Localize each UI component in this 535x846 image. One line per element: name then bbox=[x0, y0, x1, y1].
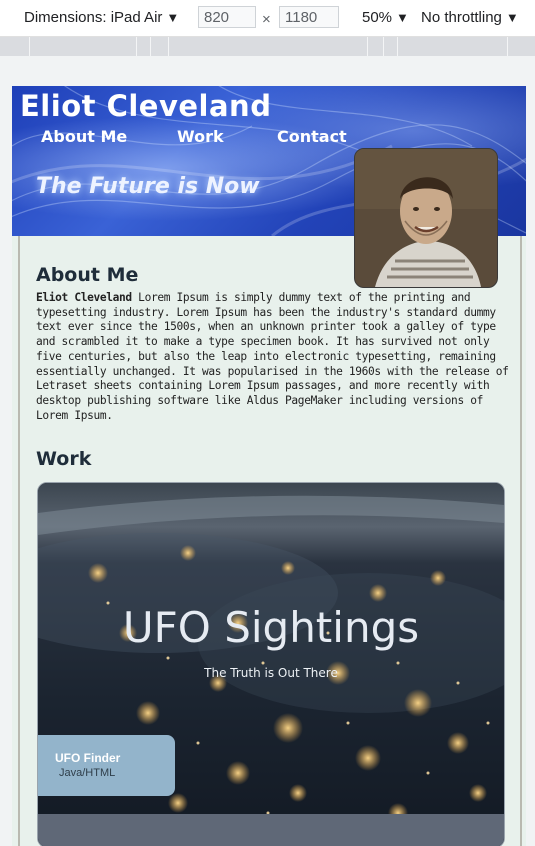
project-title: UFO Sightings bbox=[122, 603, 420, 652]
about-paragraph: Eliot Cleveland Lorem Ipsum is simply du… bbox=[36, 291, 514, 423]
about-heading: About Me bbox=[36, 264, 139, 286]
nav-work[interactable]: Work bbox=[177, 127, 224, 146]
ruler-tick bbox=[29, 37, 30, 56]
throttling-dropdown[interactable]: No throttling ▼ bbox=[421, 9, 519, 26]
ruler-tick bbox=[507, 37, 508, 56]
chevron-down-icon: ▼ bbox=[505, 10, 519, 25]
dimensions-dropdown[interactable]: Dimensions: iPad Air ▼ bbox=[24, 9, 179, 26]
work-heading: Work bbox=[36, 448, 92, 470]
chevron-down-icon: ▼ bbox=[396, 10, 409, 25]
width-input[interactable]: 820 bbox=[198, 6, 256, 28]
about-name: Eliot Cleveland bbox=[36, 291, 132, 304]
nav-about-me[interactable]: About Me bbox=[41, 127, 127, 146]
project-card[interactable]: UFO Sightings The Truth is Out There UFO… bbox=[37, 482, 505, 846]
media-query-bar[interactable] bbox=[0, 37, 535, 56]
ufo-finder-tech: Java/HTML bbox=[59, 767, 116, 779]
card-footer bbox=[38, 814, 504, 846]
nav-contact[interactable]: Contact bbox=[277, 127, 347, 146]
project-subtitle: The Truth is Out There bbox=[204, 666, 338, 680]
profile-photo bbox=[354, 148, 498, 288]
tagline: The Future is Now bbox=[36, 174, 260, 199]
devtools-toolbar: Dimensions: iPad Air ▼ 820 × 1180 50% ▼ No… bbox=[0, 0, 535, 37]
ufo-finder-title: UFO Finder bbox=[55, 751, 121, 765]
ruler-tick bbox=[397, 37, 398, 56]
height-input[interactable]: 1180 bbox=[279, 6, 339, 28]
ruler-tick bbox=[136, 37, 137, 56]
portrait-image bbox=[355, 149, 497, 287]
about-body: Lorem Ipsum is simply dummy text of the … bbox=[36, 291, 509, 422]
ufo-finder-card[interactable]: UFO Finder Java/HTML bbox=[38, 735, 175, 796]
main-content: About Me Eliot Cleveland Lorem Ipsum is … bbox=[18, 236, 522, 846]
zoom-label: 50% bbox=[362, 9, 393, 26]
ruler-tick bbox=[383, 37, 384, 56]
ruler-tick bbox=[367, 37, 368, 56]
throttling-label: No throttling bbox=[421, 9, 502, 26]
zoom-dropdown[interactable]: 50% ▼ bbox=[362, 9, 409, 26]
site-title[interactable]: Eliot Cleveland bbox=[20, 89, 271, 123]
device-viewport: Eliot Cleveland About Me Work Contact Th… bbox=[12, 86, 526, 846]
ruler-tick bbox=[150, 37, 151, 56]
chevron-down-icon: ▼ bbox=[166, 10, 180, 25]
times-symbol: × bbox=[262, 11, 271, 28]
dimensions-label: Dimensions: iPad Air bbox=[24, 9, 163, 26]
ruler-tick bbox=[168, 37, 169, 56]
